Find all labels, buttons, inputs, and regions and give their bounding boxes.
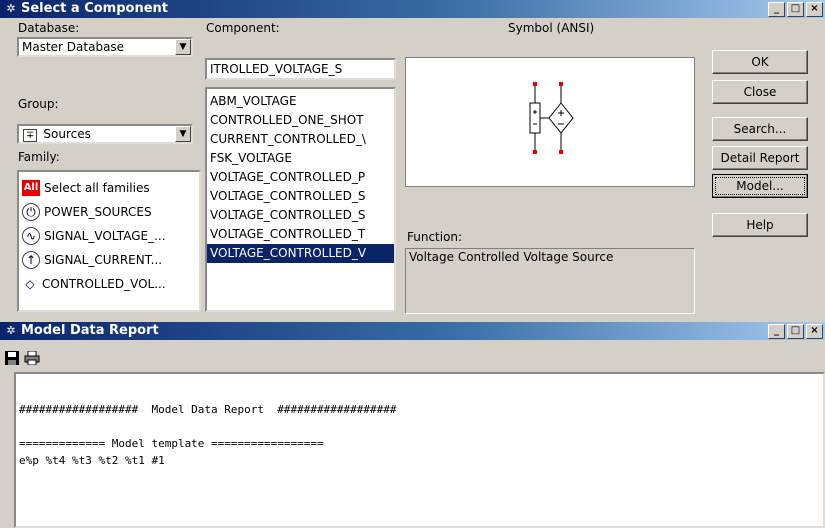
help-button[interactable]: Help: [712, 213, 808, 237]
model-button[interactable]: Model...: [712, 174, 808, 198]
family-item[interactable]: All Select all families: [19, 176, 199, 200]
symbol-label: Symbol (ANSI): [508, 21, 595, 35]
component-list[interactable]: ABM_VOLTAGE CONTROLLED_ONE_SHOT CURRENT_…: [205, 87, 396, 312]
report-window-titlebar[interactable]: ✲ Model Data Report _ □ ×: [0, 322, 825, 340]
vcvs-symbol-icon: [529, 82, 574, 154]
family-list[interactable]: All Select all families ⏻ POWER_SOURCES …: [17, 170, 201, 312]
list-item-selected[interactable]: VOLTAGE_CONTROLLED_V: [207, 244, 394, 263]
family-item-label: Select all families: [44, 181, 150, 195]
family-item-label: SIGNAL_VOLTAGE_...: [44, 229, 166, 243]
component-window-titlebar[interactable]: ✲ Select a Component _ □ ×: [0, 0, 825, 18]
minimize-button[interactable]: _: [768, 324, 785, 339]
ok-button[interactable]: OK: [712, 50, 808, 74]
maximize-button[interactable]: □: [787, 324, 804, 339]
group-label: Group:: [18, 97, 59, 111]
family-item[interactable]: ◇ CONTROLLED_VOL...: [19, 272, 199, 296]
group-select[interactable]: ∓ Sources ▼: [17, 124, 193, 144]
database-value: Master Database: [22, 40, 125, 54]
report-line: e%p %t4 %t3 %t2 %t1 #1: [19, 454, 165, 467]
report-line: ============= Model template ===========…: [19, 437, 324, 450]
print-icon[interactable]: [24, 350, 40, 367]
app-icon: ✲: [6, 324, 16, 337]
list-item[interactable]: ABM_VOLTAGE: [207, 92, 394, 111]
list-item[interactable]: VOLTAGE_CONTROLLED_S: [207, 206, 394, 225]
function-box: Voltage Controlled Voltage Source: [405, 248, 695, 314]
family-item-label: SIGNAL_CURRENT...: [44, 253, 163, 267]
chevron-down-icon[interactable]: ▼: [175, 39, 191, 55]
report-text-area[interactable]: ################## Model Data Report ###…: [14, 372, 825, 528]
minimize-button[interactable]: _: [768, 2, 785, 17]
list-item[interactable]: CURRENT_CONTROLLED_\: [207, 130, 394, 149]
family-item[interactable]: ⏻ POWER_SOURCES: [19, 200, 199, 224]
function-label: Function:: [407, 230, 463, 244]
report-window-title: Model Data Report: [21, 323, 159, 338]
component-window-title: Select a Component: [21, 1, 168, 16]
search-button[interactable]: Search...: [712, 117, 808, 141]
close-button[interactable]: Close: [712, 80, 808, 104]
list-item[interactable]: VOLTAGE_CONTROLLED_T: [207, 225, 394, 244]
component-value: ITROLLED_VOLTAGE_S: [210, 62, 343, 76]
list-item[interactable]: FSK_VOLTAGE: [207, 149, 394, 168]
list-item[interactable]: VOLTAGE_CONTROLLED_P: [207, 168, 394, 187]
app-icon: ✲: [6, 2, 16, 15]
signal-voltage-icon: ∿: [22, 227, 40, 245]
database-select[interactable]: Master Database ▼: [17, 37, 193, 57]
symbol-preview: [405, 57, 695, 187]
sources-icon: ∓: [23, 129, 38, 142]
power-sources-icon: ⏻: [22, 203, 40, 221]
maximize-button[interactable]: □: [787, 2, 804, 17]
group-value: Sources: [43, 127, 91, 141]
component-label: Component:: [206, 21, 280, 35]
chevron-down-icon[interactable]: ▼: [175, 126, 191, 142]
component-input[interactable]: ITROLLED_VOLTAGE_S: [205, 58, 396, 80]
controlled-voltage-icon: ◇: [22, 276, 38, 292]
close-window-button[interactable]: ×: [806, 324, 823, 339]
family-label: Family:: [18, 150, 60, 164]
database-label: Database:: [18, 21, 80, 35]
function-value: Voltage Controlled Voltage Source: [409, 250, 614, 264]
family-item[interactable]: ∿ SIGNAL_VOLTAGE_...: [19, 224, 199, 248]
close-window-button[interactable]: ×: [806, 2, 823, 17]
family-item-label: POWER_SOURCES: [44, 205, 152, 219]
list-item[interactable]: CONTROLLED_ONE_SHOT: [207, 111, 394, 130]
list-item[interactable]: VOLTAGE_CONTROLLED_S: [207, 187, 394, 206]
all-families-icon: All: [22, 180, 40, 196]
signal-current-icon: ↑: [22, 251, 40, 269]
family-item-label: CONTROLLED_VOL...: [42, 277, 166, 291]
save-icon[interactable]: [4, 351, 20, 367]
report-line: ################## Model Data Report ###…: [19, 403, 397, 416]
detail-report-button[interactable]: Detail Report: [712, 146, 808, 170]
family-item[interactable]: ↑ SIGNAL_CURRENT...: [19, 248, 199, 272]
